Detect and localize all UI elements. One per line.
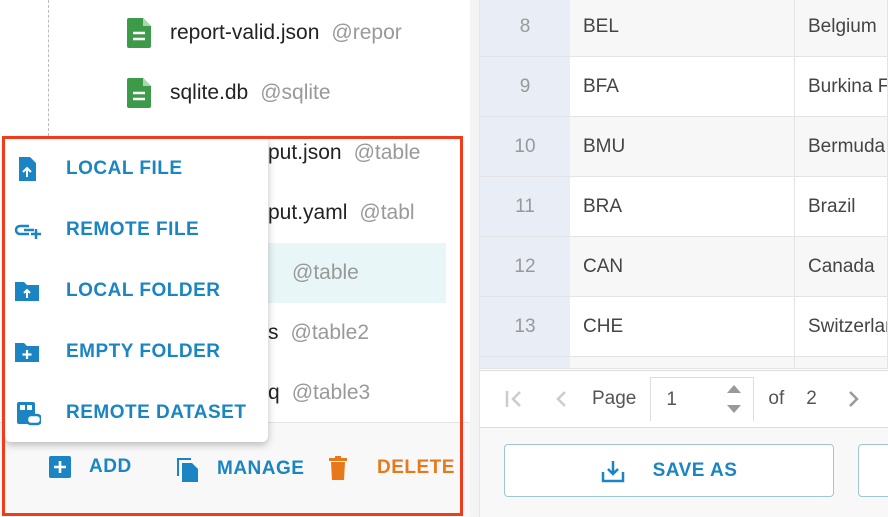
page-value: 1 xyxy=(666,388,677,410)
tree-item-alias: @table xyxy=(292,261,359,284)
secondary-action-button[interactable] xyxy=(858,444,888,497)
table-row[interactable]: 13CHESwitzerland xyxy=(480,297,888,357)
row-index: 12 xyxy=(480,237,570,296)
download-icon xyxy=(601,460,624,482)
tree-item-alias: @table2 xyxy=(290,321,370,344)
tree-item-name: s xyxy=(268,321,279,344)
page-label: Page xyxy=(592,388,637,409)
menu-item-label: LOCAL FILE xyxy=(66,157,183,179)
add-label: ADD xyxy=(89,456,132,477)
stepper-icon[interactable] xyxy=(727,384,742,414)
file-upload-icon xyxy=(19,156,36,181)
table-row[interactable]: 11 BRA Brazil xyxy=(480,177,888,237)
table-row[interactable]: 8 BEL Belgium xyxy=(480,0,888,57)
delete-button[interactable]: DELETE xyxy=(329,456,455,480)
tree-item-alias: @sqlite xyxy=(260,81,331,104)
cell-code[interactable]: BEL xyxy=(570,0,795,56)
trash-icon xyxy=(329,456,347,480)
cell-name xyxy=(795,357,888,368)
row-index xyxy=(480,357,570,368)
menu-item-label: REMOTE FILE xyxy=(66,218,200,240)
menu-item-label: LOCAL FOLDER xyxy=(66,279,221,301)
table-row[interactable]: 9BFABurkina Faso xyxy=(480,57,888,117)
menu-item-remote-file[interactable]: REMOTE FILE xyxy=(5,199,268,260)
cell-name[interactable]: Brazil xyxy=(795,177,888,236)
tree-item-name: sqlite.db xyxy=(170,81,249,104)
row-index: 13 xyxy=(480,297,570,356)
manage-button[interactable]: MANAGE xyxy=(175,456,304,482)
table-row xyxy=(480,357,888,369)
cell-code[interactable]: BMU xyxy=(570,117,795,176)
tree-item-alias: @repor xyxy=(331,21,402,44)
tree-item[interactable]: sqlite.db @sqlite xyxy=(0,63,470,123)
data-grid: 8BELBelgium9BFABurkina Faso10BMUBermuda1… xyxy=(480,0,888,369)
table-row[interactable]: 12 CAN Canada xyxy=(480,237,888,297)
next-page-icon[interactable] xyxy=(841,387,865,411)
of-label: of xyxy=(768,388,785,409)
folder-upload-icon xyxy=(15,281,39,301)
row-index: 9 xyxy=(480,57,570,116)
link-add-icon xyxy=(14,224,41,239)
menu-item-remote-dataset[interactable]: REMOTE DATASET xyxy=(5,382,268,443)
total-pages: 2 xyxy=(806,388,817,409)
menu-item-local-file[interactable]: LOCAL FILE xyxy=(5,138,268,199)
tree-item-alias: @table3 xyxy=(291,381,371,404)
cell-code[interactable]: CHE xyxy=(570,297,795,356)
tree-item-name: put.yaml xyxy=(268,201,348,224)
tree-item-alias: @tabl xyxy=(359,201,415,224)
cell-name[interactable]: Belgium xyxy=(795,0,888,56)
plus-box-icon xyxy=(49,456,71,478)
tree-item-alias: @table xyxy=(353,141,421,164)
cell-code xyxy=(570,357,795,368)
cell-code[interactable]: BRA xyxy=(570,177,795,236)
prev-page-icon[interactable] xyxy=(550,387,574,411)
menu-item-empty-folder[interactable]: EMPTY FOLDER xyxy=(5,321,268,382)
file-icon xyxy=(127,18,151,48)
manage-label: MANAGE xyxy=(217,458,305,479)
tree-item-name: q xyxy=(268,381,280,404)
panel-resizer[interactable] xyxy=(470,0,480,517)
pagination: Page 1 of 2 xyxy=(480,370,888,428)
cell-name[interactable]: Canada xyxy=(795,237,888,296)
cell-name[interactable]: Switzerland xyxy=(795,297,888,356)
save-as-button[interactable]: SAVE AS xyxy=(504,444,834,497)
copy-file-icon xyxy=(177,458,198,482)
tree-item-name: put.json xyxy=(268,141,342,164)
add-button[interactable]: ADD xyxy=(49,456,132,478)
tree-item[interactable]: report-valid.json @repor xyxy=(0,3,470,63)
row-index: 8 xyxy=(480,0,570,56)
row-index: 11 xyxy=(480,177,570,236)
file-icon xyxy=(127,78,151,108)
delete-label: DELETE xyxy=(377,457,455,478)
cell-name[interactable]: Bermuda xyxy=(795,117,888,176)
cell-code[interactable]: CAN xyxy=(570,237,795,296)
first-page-icon[interactable] xyxy=(502,387,526,411)
menu-item-local-folder[interactable]: LOCAL FOLDER xyxy=(5,260,268,321)
cell-name[interactable]: Burkina Faso xyxy=(795,57,888,116)
dataset-link-icon xyxy=(17,401,41,425)
menu-item-label: REMOTE DATASET xyxy=(66,401,247,423)
table-row[interactable]: 10 BMU Bermuda xyxy=(480,117,888,177)
action-bar: SAVE AS xyxy=(480,428,888,517)
add-menu: LOCAL FILE REMOTE FILE LOCAL FOLDER EMPTY F… xyxy=(5,138,268,442)
row-index: 10 xyxy=(480,117,570,176)
menu-item-label: EMPTY FOLDER xyxy=(66,340,221,362)
tree-item-name: report-valid.json xyxy=(170,21,320,44)
cell-code[interactable]: BFA xyxy=(570,57,795,116)
save-as-label: SAVE AS xyxy=(652,459,738,481)
folder-add-icon xyxy=(15,342,39,362)
page-input[interactable]: 1 xyxy=(650,377,755,421)
